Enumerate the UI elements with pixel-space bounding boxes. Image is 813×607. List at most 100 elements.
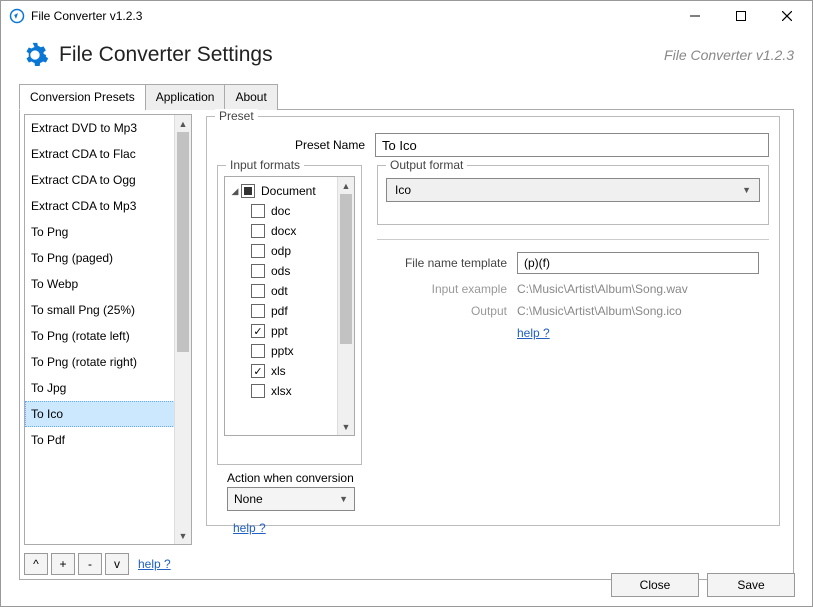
tree-item[interactable]: docx [227, 221, 352, 241]
tree-item-label: xlsx [271, 384, 292, 398]
template-label: File name template [377, 256, 507, 270]
tree-scrollbar[interactable]: ▲ ▼ [337, 177, 354, 435]
scroll-down-icon[interactable]: ▼ [338, 418, 354, 435]
tree-item-label: xls [271, 364, 286, 378]
preset-list[interactable]: Extract DVD to Mp3Extract CDA to FlacExt… [24, 114, 192, 545]
tree-item[interactable]: doc [227, 201, 352, 221]
checkbox[interactable] [251, 264, 265, 278]
input-formats-tree[interactable]: ◢ Document doc docx odp ods odt pdf ppt pptx xls… [224, 176, 355, 436]
scroll-up-icon[interactable]: ▲ [338, 177, 354, 194]
tree-item-label: ods [271, 264, 290, 278]
preset-item[interactable]: Extract CDA to Ogg [25, 167, 191, 193]
preset-item[interactable]: Extract CDA to Mp3 [25, 193, 191, 219]
move-up-button[interactable]: ^ [24, 553, 48, 575]
close-button[interactable] [764, 1, 810, 31]
preset-item[interactable]: To Png (rotate right) [25, 349, 191, 375]
preset-item[interactable]: Extract DVD to Mp3 [25, 115, 191, 141]
tab-about[interactable]: About [224, 84, 277, 110]
action-select[interactable]: None ▼ [227, 487, 355, 511]
tree-item-label: ppt [271, 324, 288, 338]
tree-item[interactable]: xls [227, 361, 352, 381]
checkbox[interactable] [251, 284, 265, 298]
preset-fieldset: Preset Preset Name Input formats ◢ [206, 116, 780, 526]
tab-strip: Conversion Presets Application About [19, 83, 794, 110]
preset-detail-column: Preset Preset Name Input formats ◢ [198, 110, 793, 579]
tab-application[interactable]: Application [145, 84, 226, 110]
tab-conversion-presets[interactable]: Conversion Presets [19, 84, 146, 110]
preset-item[interactable]: To Png [25, 219, 191, 245]
save-button[interactable]: Save [707, 573, 795, 597]
tree-item-label: pdf [271, 304, 288, 318]
preset-item[interactable]: Extract CDA to Flac [25, 141, 191, 167]
preset-list-footer: ^ + - v help ? [24, 553, 192, 575]
output-format-value: Ico [395, 183, 411, 197]
remove-button[interactable]: - [78, 553, 102, 575]
output-format-select[interactable]: Ico ▼ [386, 178, 760, 202]
tree-item[interactable]: odt [227, 281, 352, 301]
input-formats-legend: Input formats [226, 158, 304, 172]
checkbox-document[interactable] [241, 184, 255, 198]
tree-item-label: odt [271, 284, 288, 298]
checkbox[interactable] [251, 344, 265, 358]
template-section: File name template Input example C:\Musi… [377, 239, 769, 340]
preset-name-input[interactable] [375, 133, 769, 157]
scrollbar-thumb[interactable] [340, 194, 352, 344]
preset-item[interactable]: To Webp [25, 271, 191, 297]
maximize-button[interactable] [718, 1, 764, 31]
app-icon [9, 8, 25, 24]
output-format-legend: Output format [386, 158, 467, 172]
template-input[interactable] [517, 252, 759, 274]
preset-item[interactable]: To small Png (25%) [25, 297, 191, 323]
bottom-buttons: Close Save [611, 573, 795, 597]
move-down-button[interactable]: v [105, 553, 129, 575]
scroll-down-icon[interactable]: ▼ [175, 527, 191, 544]
input-help-link[interactable]: help ? [233, 521, 266, 535]
checkbox[interactable] [251, 364, 265, 378]
tree-item[interactable]: xlsx [227, 381, 352, 401]
preset-help-link[interactable]: help ? [138, 557, 171, 571]
input-formats-fieldset: Input formats ◢ Document docdocxodpodsod… [217, 165, 362, 465]
page-title: File Converter Settings [59, 43, 273, 67]
output-example-label: Output [377, 304, 507, 318]
window-title: File Converter v1.2.3 [31, 9, 142, 23]
preset-name-label: Preset Name [217, 138, 365, 152]
preset-item[interactable]: To Pdf [25, 427, 191, 453]
tree-item[interactable]: ppt [227, 321, 352, 341]
preset-item[interactable]: To Png (rotate left) [25, 323, 191, 349]
checkbox[interactable] [251, 384, 265, 398]
scrollbar-thumb[interactable] [177, 132, 189, 352]
tree-item-label: docx [271, 224, 296, 238]
template-help-link[interactable]: help ? [517, 326, 550, 340]
checkbox[interactable] [251, 224, 265, 238]
add-button[interactable]: + [51, 553, 75, 575]
close-dialog-button[interactable]: Close [611, 573, 699, 597]
tree-item[interactable]: odp [227, 241, 352, 261]
titlebar: File Converter v1.2.3 [1, 1, 812, 31]
preset-item[interactable]: To Ico [25, 401, 191, 427]
tree-root-document[interactable]: ◢ Document [227, 181, 352, 201]
scrollbar-vertical[interactable]: ▲ ▼ [174, 115, 191, 544]
chevron-down-icon[interactable]: ◢ [229, 186, 241, 197]
main-panel: Extract DVD to Mp3Extract CDA to FlacExt… [19, 110, 794, 580]
checkbox[interactable] [251, 244, 265, 258]
tree-item-label: doc [271, 204, 290, 218]
chevron-down-icon: ▼ [339, 494, 348, 504]
preset-item[interactable]: To Png (paged) [25, 245, 191, 271]
preset-item[interactable]: To Jpg [25, 375, 191, 401]
header: File Converter Settings File Converter v… [1, 31, 812, 83]
output-format-fieldset: Output format Ico ▼ [377, 165, 769, 225]
checkbox[interactable] [251, 304, 265, 318]
input-example-value: C:\Music\Artist\Album\Song.wav [517, 282, 688, 296]
tree-item-label: pptx [271, 344, 294, 358]
tree-item[interactable]: pptx [227, 341, 352, 361]
chevron-down-icon: ▼ [742, 185, 751, 195]
scroll-up-icon[interactable]: ▲ [175, 115, 191, 132]
input-example-label: Input example [377, 282, 507, 296]
tree-item[interactable]: ods [227, 261, 352, 281]
checkbox[interactable] [251, 324, 265, 338]
checkbox[interactable] [251, 204, 265, 218]
tree-item[interactable]: pdf [227, 301, 352, 321]
action-select-value: None [234, 492, 263, 506]
action-label: Action when conversion [227, 471, 355, 485]
minimize-button[interactable] [672, 1, 718, 31]
